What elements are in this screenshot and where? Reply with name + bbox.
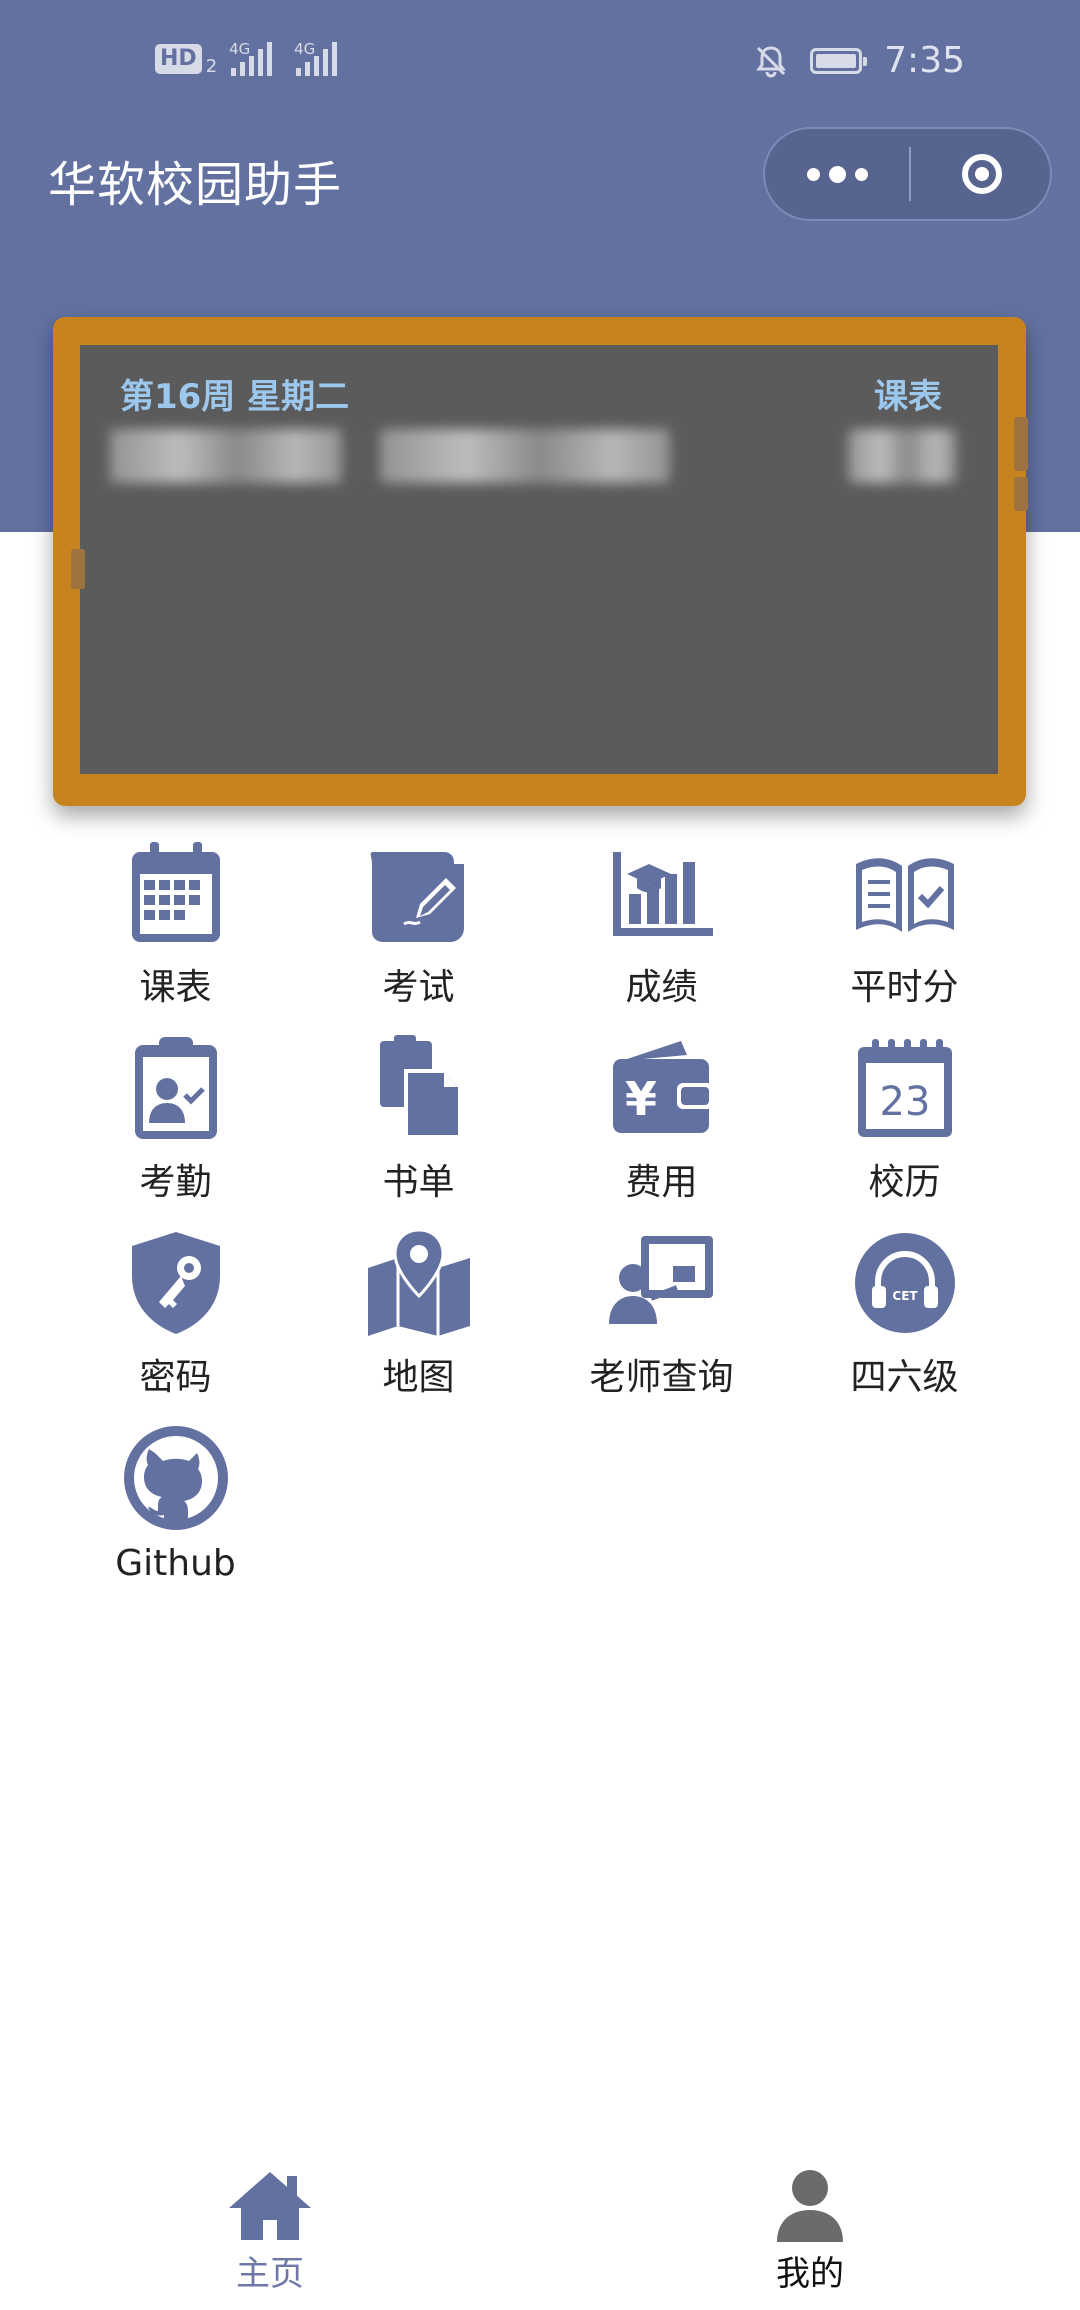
calendar-icon: [131, 842, 220, 942]
tab-label: 主页: [236, 2254, 304, 2294]
attendance-clipboard-icon: [134, 1037, 217, 1139]
menu-item-exam[interactable]: 考试: [297, 830, 540, 1025]
menu-label: 书单: [382, 1162, 455, 1203]
tab-me[interactable]: 我的: [720, 2168, 900, 2295]
calendar-day-number: 23: [879, 1079, 930, 1125]
exam-scroll-icon: [370, 852, 464, 942]
more-button[interactable]: [765, 129, 909, 219]
menu-label: 校历: [868, 1162, 941, 1203]
cet-text: CET: [892, 1289, 918, 1303]
menu-item-github[interactable]: Github: [54, 1415, 297, 1610]
board-clip: [71, 549, 85, 589]
menu-label: 课表: [139, 967, 212, 1008]
battery-icon: [810, 47, 868, 74]
menu-label: Github: [115, 1543, 236, 1584]
yuan-glyph: ¥: [624, 1072, 656, 1126]
more-dot-icon: [806, 167, 820, 181]
app-title: 华软校园助手: [48, 157, 343, 213]
board-clip: [1014, 417, 1028, 471]
signal-icon: 4G: [229, 39, 273, 76]
menu-label: 地图: [382, 1357, 455, 1398]
menu-item-grades[interactable]: 成绩: [540, 830, 783, 1025]
home-icon: [229, 2172, 311, 2240]
blurred-course-text: [380, 429, 670, 483]
tab-bar: 主页 我的: [0, 2140, 1080, 2310]
github-icon: [123, 1426, 228, 1530]
miniprogram-capsule: [763, 127, 1052, 221]
more-dot-icon: [854, 167, 868, 181]
menu-label: 四六级: [850, 1357, 959, 1398]
grades-chart-icon: [612, 852, 713, 936]
blurred-course-text: [848, 429, 956, 483]
tab-label: 我的: [776, 2254, 844, 2294]
more-dot-icon: [828, 165, 846, 183]
status-right: 7:35: [754, 40, 965, 81]
shield-key-icon: [131, 1232, 220, 1334]
feature-menu: 课表 考试 成绩 平时分 考勤 书单 ¥ 费用 23 校历 密码 地图 老师查询…: [54, 830, 1026, 1610]
menu-item-password[interactable]: 密码: [54, 1220, 297, 1415]
menu-label: 老师查询: [589, 1357, 734, 1398]
status-left: HD 2 4G 4G: [155, 39, 338, 77]
menu-item-booklist[interactable]: 书单: [297, 1025, 540, 1220]
menu-label: 密码: [139, 1357, 212, 1398]
blurred-course-text: [110, 429, 342, 483]
book-check-icon: [855, 858, 954, 932]
status-time: 7:35: [884, 40, 965, 81]
menu-label: 考试: [382, 967, 455, 1008]
hd-sub: 2: [205, 56, 218, 77]
menu-item-regular-score[interactable]: 平时分: [783, 830, 1026, 1025]
menu-item-cet[interactable]: CET 四六级: [783, 1220, 1026, 1415]
network-label: 4G: [229, 39, 251, 58]
tab-home[interactable]: 主页: [180, 2168, 360, 2295]
menu-item-map[interactable]: 地图: [297, 1220, 540, 1415]
bell-muted-icon: [756, 45, 787, 77]
map-pin-icon: [367, 1228, 470, 1336]
cet-headphones-icon: CET: [854, 1233, 955, 1333]
menu-item-fees[interactable]: ¥ 费用: [540, 1025, 783, 1220]
schedule-card[interactable]: 第16周 星期二 课表: [53, 317, 1028, 806]
menu-label: 平时分: [850, 967, 959, 1008]
calendar-23-icon: 23: [857, 1039, 952, 1137]
status-bar: HD 2 4G 4G 7:35: [0, 0, 1080, 120]
schedule-link[interactable]: 课表: [874, 369, 942, 418]
menu-item-attendance[interactable]: 考勤: [54, 1025, 297, 1220]
hd-badge: HD: [155, 43, 202, 74]
menu-item-school-calendar[interactable]: 23 校历: [783, 1025, 1026, 1220]
menu-label: 费用: [625, 1162, 698, 1203]
user-icon: [777, 2170, 843, 2242]
network-label: 4G: [294, 39, 316, 58]
schedule-board: 第16周 星期二 课表: [80, 345, 998, 774]
menu-item-schedule[interactable]: 课表: [54, 830, 297, 1025]
menu-label: 考勤: [139, 1162, 212, 1203]
teacher-board-icon: [608, 1236, 713, 1324]
week-day-label: 第16周 星期二: [120, 377, 350, 417]
booklist-documents-icon: [379, 1035, 462, 1139]
wallet-yuan-icon: ¥: [612, 1041, 713, 1133]
board-clip: [1014, 477, 1028, 511]
signal-icon: 4G: [294, 39, 338, 76]
close-miniprogram-button[interactable]: [911, 129, 1052, 219]
menu-label: 成绩: [625, 967, 698, 1008]
target-icon: [961, 154, 1002, 194]
menu-item-teacher-search[interactable]: 老师查询: [540, 1220, 783, 1415]
